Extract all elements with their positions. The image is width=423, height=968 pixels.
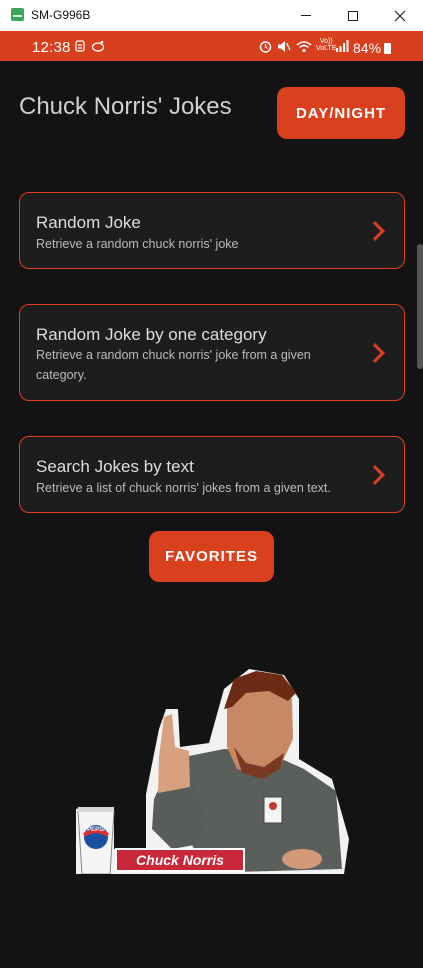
window-title: SM-G996B xyxy=(31,8,91,22)
chuck-norris-sticker: PEPSI Chuck Norris xyxy=(76,669,349,874)
card-search-jokes[interactable]: Search Jokes by text Retrieve a list of … xyxy=(19,436,405,513)
card-random-joke[interactable]: Random Joke Retrieve a random chuck norr… xyxy=(19,192,405,269)
banner-text: Chuck Norris xyxy=(136,852,224,868)
page-title: Chuck Norris' Jokes xyxy=(19,93,232,120)
card-subtitle: Retrieve a random chuck norris' joke xyxy=(36,237,239,251)
notification-icon xyxy=(75,40,85,52)
card-random-joke-by-category[interactable]: Random Joke by one category Retrieve a r… xyxy=(19,304,405,401)
scrollbar[interactable] xyxy=(417,244,423,369)
maximize-icon xyxy=(348,10,358,21)
day-night-button[interactable]: DAY/NIGHT xyxy=(277,87,405,139)
favorites-button[interactable]: FAVORITES xyxy=(149,531,274,582)
status-bar: 12:38 Vo)) VoLTE 84% xyxy=(0,31,423,61)
card-title: Search Jokes by text xyxy=(36,457,194,476)
card-subtitle: Retrieve a random chuck norris' joke fro… xyxy=(36,348,311,382)
cup-label: PEPSI xyxy=(87,827,105,833)
window-title-bar: SM-G996B xyxy=(0,0,423,31)
app-icon xyxy=(11,8,24,21)
wifi-icon xyxy=(296,41,312,53)
maximize-button[interactable] xyxy=(330,0,376,31)
minimize-button[interactable] xyxy=(283,0,329,31)
battery-percent: 84% xyxy=(353,40,382,56)
chevron-right-icon xyxy=(365,465,385,485)
close-button[interactable] xyxy=(377,0,423,31)
card-title: Random Joke by one category xyxy=(36,325,267,344)
alarm-icon xyxy=(259,41,272,53)
signal-icon xyxy=(336,40,349,52)
card-title: Random Joke xyxy=(36,213,141,232)
close-icon xyxy=(394,10,406,21)
chevron-right-icon xyxy=(365,221,385,241)
battery-icon xyxy=(384,43,391,54)
minimize-icon xyxy=(301,15,311,16)
card-subtitle: Retrieve a list of chuck norris' jokes f… xyxy=(36,481,331,495)
app-screen[interactable]: Chuck Norris' Jokes DAY/NIGHT Random Jok… xyxy=(0,61,423,968)
status-time: 12:38 xyxy=(32,39,71,56)
reddit-icon xyxy=(91,40,105,52)
chevron-right-icon xyxy=(365,343,385,363)
mute-icon xyxy=(278,41,291,52)
volte-icon: Vo)) VoLTE xyxy=(316,38,337,52)
